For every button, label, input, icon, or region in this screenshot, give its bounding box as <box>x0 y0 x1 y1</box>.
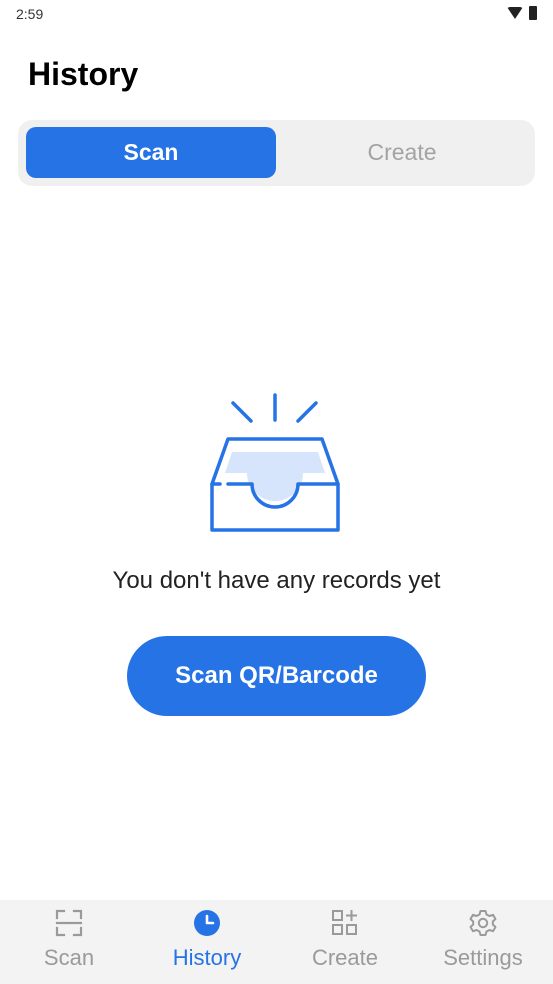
nav-item-history[interactable]: History <box>138 900 276 984</box>
nav-label-settings: Settings <box>443 945 523 970</box>
segment-scan-tab[interactable]: Scan <box>26 127 276 178</box>
nav-item-settings[interactable]: Settings <box>414 900 552 984</box>
nav-label-scan: Scan <box>43 945 95 970</box>
scan-qr-barcode-button[interactable]: Scan QR/Barcode <box>127 636 426 716</box>
status-icons <box>507 6 537 20</box>
nav-label-create: Create <box>311 945 379 970</box>
bottom-navigation: Scan History Create Settings <box>0 900 553 984</box>
segment-create-tab[interactable]: Create <box>277 127 527 178</box>
nav-label-history: History <box>172 945 242 970</box>
wifi-icon <box>507 7 523 19</box>
scan-frame-icon <box>53 907 85 939</box>
nav-item-scan[interactable]: Scan <box>0 900 138 984</box>
empty-inbox-icon <box>210 393 340 532</box>
status-bar: 2:59 <box>0 0 553 28</box>
page-title: History <box>28 56 139 92</box>
status-time: 2:59 <box>16 6 44 22</box>
empty-state-message: You don't have any records yet <box>112 567 441 594</box>
battery-icon <box>529 6 537 20</box>
grid-plus-icon <box>329 907 361 939</box>
history-type-segmented-control: Scan Create <box>18 120 535 186</box>
nav-item-create[interactable]: Create <box>276 900 414 984</box>
gear-icon <box>467 907 499 939</box>
clock-icon <box>191 907 223 939</box>
